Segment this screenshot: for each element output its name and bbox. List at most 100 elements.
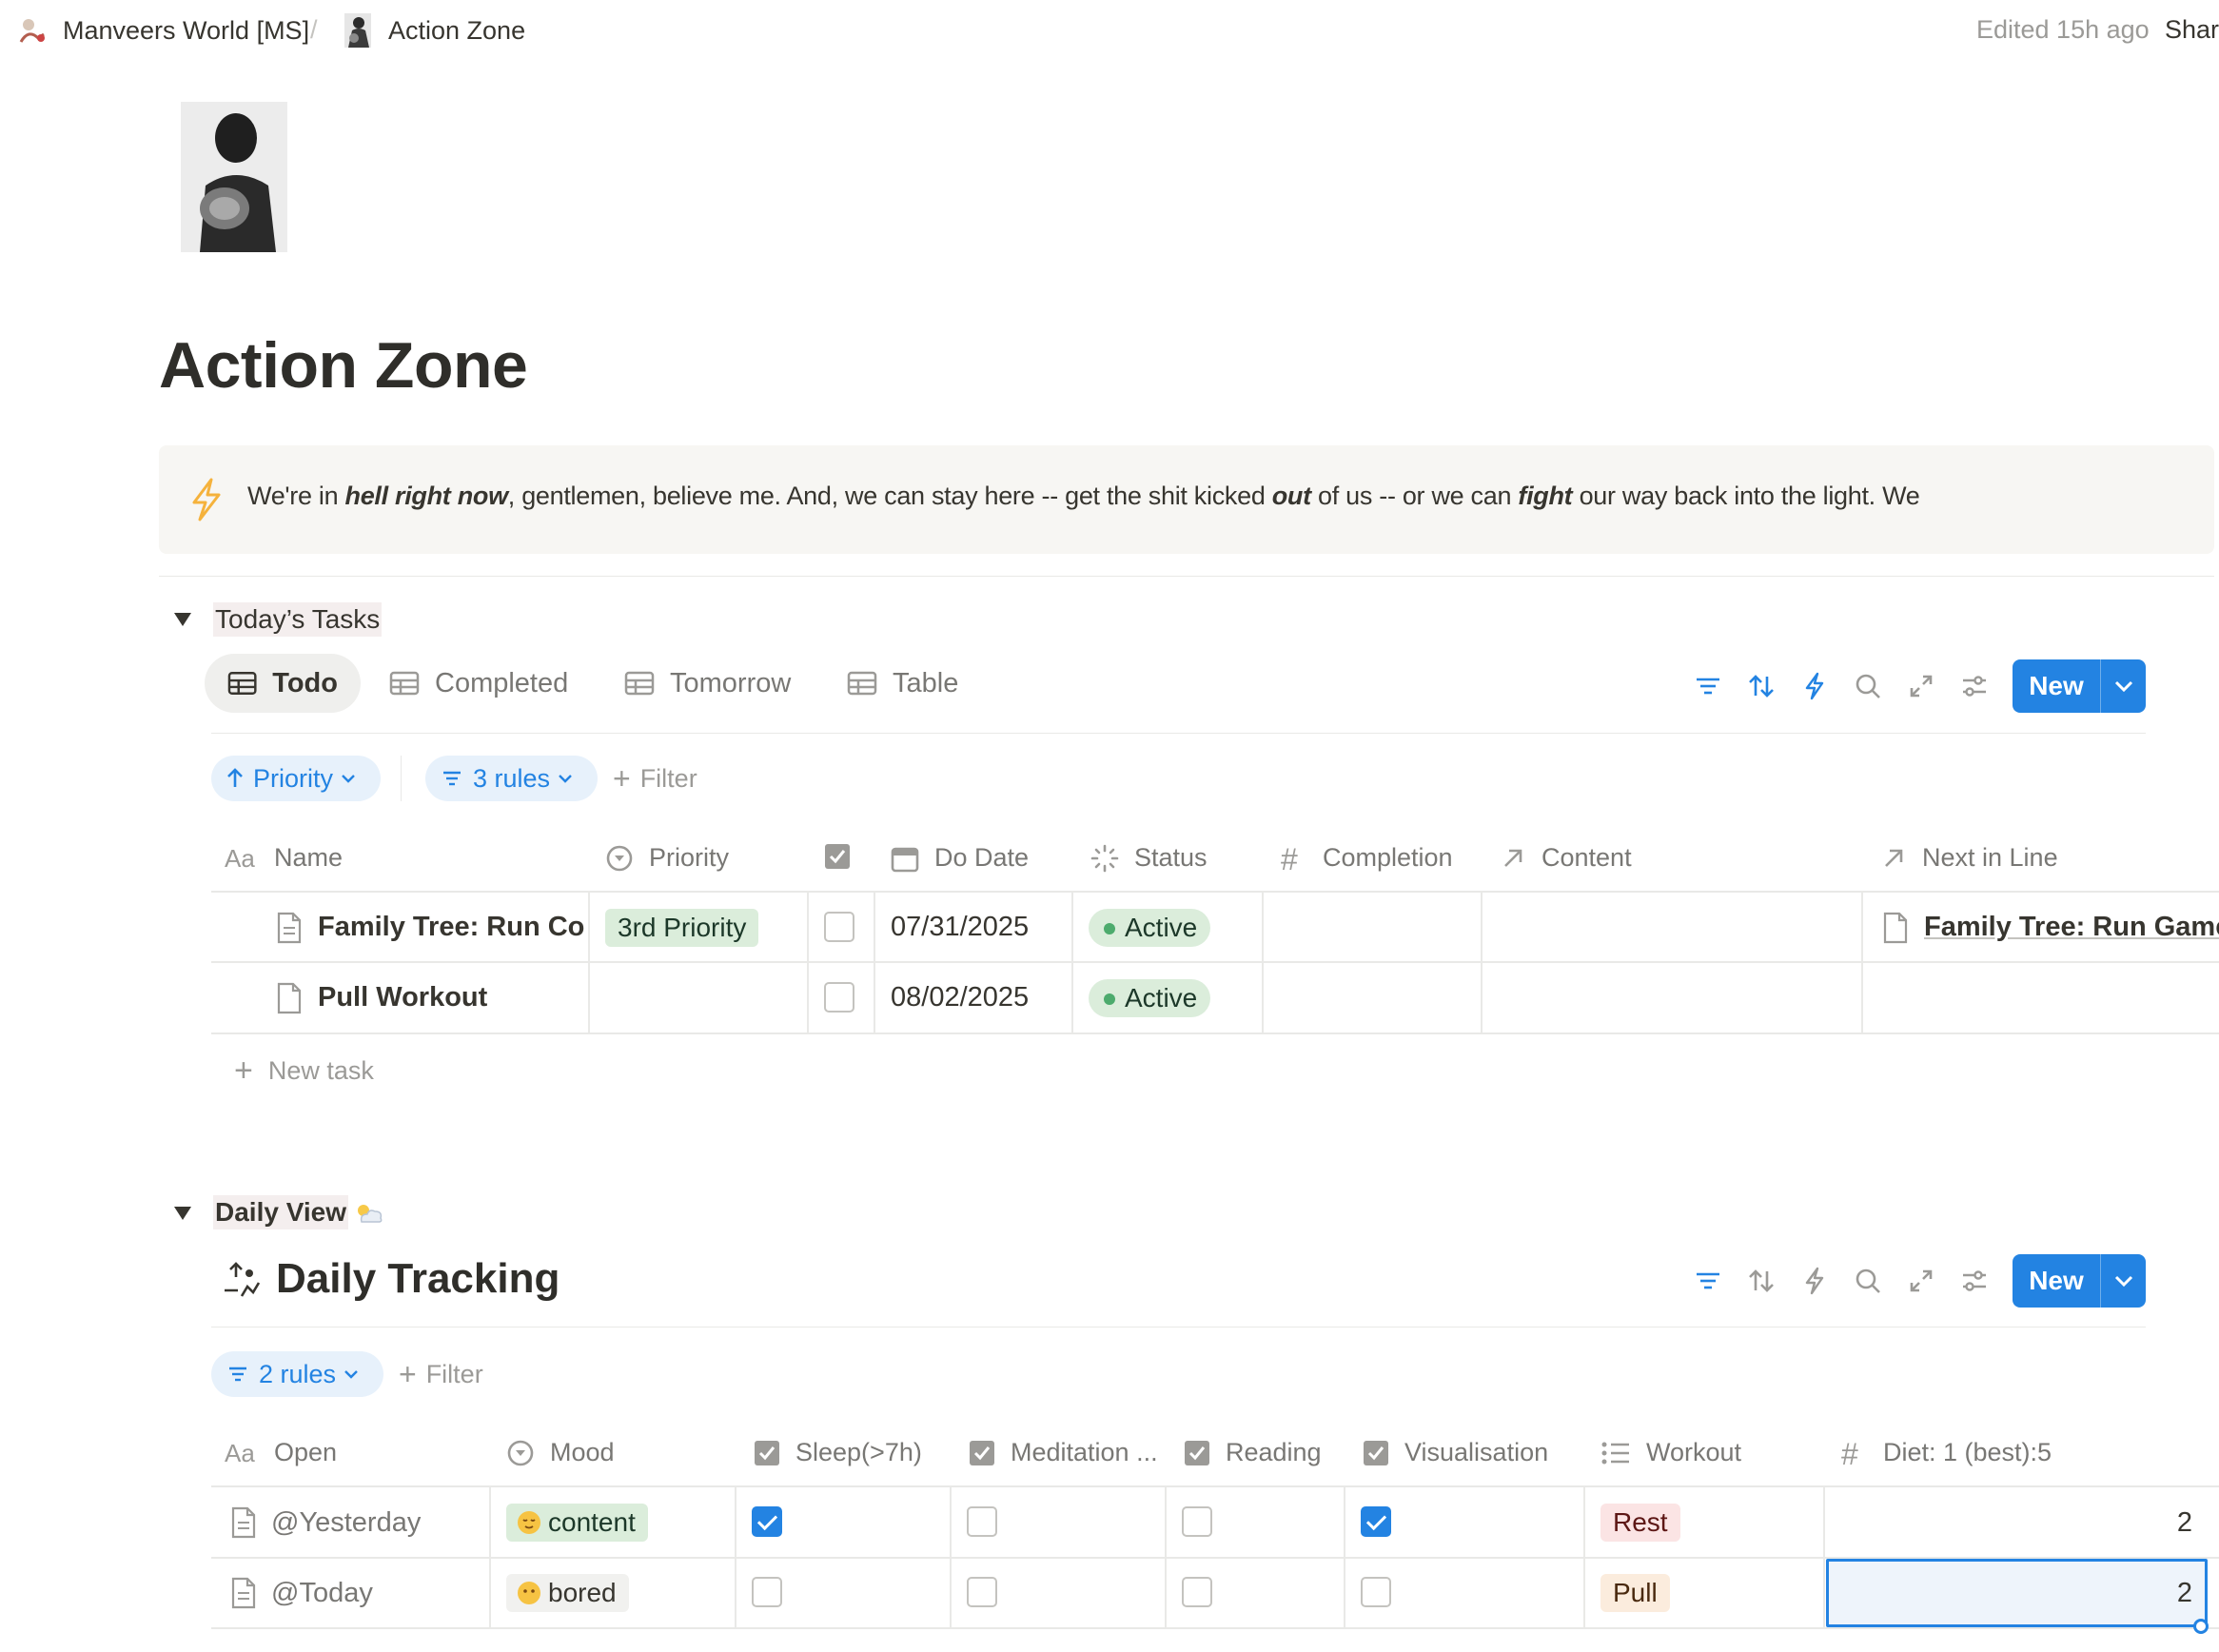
- breadcrumb-workspace-label: Manveers World [MS]: [63, 15, 310, 45]
- column-header-label: Visualisation: [1404, 1438, 1549, 1466]
- add-filter-button[interactable]: + Filter: [613, 761, 697, 796]
- add-filter-button[interactable]: + Filter: [399, 1357, 483, 1392]
- filter-chip-label: 3 rules: [473, 763, 551, 793]
- automation-lightning-icon[interactable]: [1799, 671, 1830, 701]
- column-header-diet[interactable]: # Diet: 1 (best):5: [1841, 1438, 2052, 1467]
- do-date[interactable]: 07/31/2025: [891, 912, 1029, 943]
- status-badge[interactable]: Active: [1089, 979, 1211, 1017]
- table-col-divider: [1823, 1487, 1825, 1627]
- share-button[interactable]: Share: [2165, 15, 2219, 45]
- reading-checkbox[interactable]: [1182, 1577, 1212, 1607]
- breadcrumb-workspace[interactable]: Manveers World [MS]: [15, 13, 309, 48]
- page-cover-icon[interactable]: [181, 102, 287, 252]
- lightning-icon: [192, 478, 221, 521]
- table-col-divider: [1481, 893, 1483, 1032]
- table-col-divider: [1861, 893, 1863, 1032]
- tab-tomorrow[interactable]: Tomorrow: [601, 654, 814, 713]
- column-header-name[interactable]: Aa Name: [225, 843, 343, 873]
- column-header-label: Reading: [1226, 1438, 1322, 1466]
- search-icon[interactable]: [1853, 671, 1883, 701]
- plus-icon: +: [399, 1357, 417, 1391]
- reading-checkbox[interactable]: [1182, 1506, 1212, 1537]
- column-header-label: Next in Line: [1922, 843, 2058, 872]
- done-checkbox[interactable]: [824, 982, 854, 1013]
- status-badge[interactable]: Active: [1089, 909, 1211, 947]
- table-col-divider: [588, 893, 590, 1032]
- settings-sliders-icon[interactable]: [1959, 671, 1990, 701]
- column-header-done[interactable]: [824, 843, 866, 870]
- column-header-visualisation[interactable]: Visualisation: [1363, 1438, 1548, 1467]
- expand-icon[interactable]: [1906, 671, 1936, 701]
- sleep-checkbox[interactable]: [752, 1506, 782, 1537]
- toggle-arrow-icon[interactable]: [174, 1207, 191, 1220]
- column-header-reading[interactable]: Reading: [1184, 1438, 1322, 1467]
- diet-score[interactable]: 2: [2150, 1578, 2192, 1609]
- tab-todo[interactable]: Todo: [205, 654, 361, 713]
- filter-icon[interactable]: [1693, 1266, 1723, 1296]
- sleep-checkbox[interactable]: [752, 1577, 782, 1607]
- table-col-divider: [1165, 1487, 1167, 1627]
- search-icon[interactable]: [1853, 1266, 1883, 1296]
- done-checkbox[interactable]: [824, 912, 854, 942]
- chevron-down-icon[interactable]: [2101, 1275, 2146, 1287]
- priority-tag[interactable]: 3rd Priority: [605, 909, 759, 947]
- open-date-mention[interactable]: @Yesterday: [271, 1507, 421, 1539]
- column-header-next-in-line[interactable]: Next in Line: [1880, 843, 2058, 873]
- column-header-priority[interactable]: Priority: [605, 843, 729, 873]
- sort-icon[interactable]: [1746, 671, 1777, 701]
- new-task-row-button[interactable]: + New task: [234, 1052, 374, 1090]
- workspace-avatar-icon: [19, 19, 45, 43]
- toggle-todays-tasks[interactable]: Today’s Tasks: [213, 602, 383, 637]
- filter-chip-rules[interactable]: 2 rules: [211, 1351, 384, 1397]
- automation-lightning-icon[interactable]: [1799, 1266, 1830, 1296]
- new-daily-entry-button[interactable]: New: [2013, 1254, 2146, 1308]
- toggle-arrow-icon[interactable]: [174, 613, 191, 626]
- page-title[interactable]: Action Zone: [159, 328, 528, 403]
- column-header-sleep[interactable]: Sleep(>7h): [754, 1438, 922, 1467]
- breadcrumb-page[interactable]: Action Zone: [341, 13, 525, 48]
- do-date[interactable]: 08/02/2025: [891, 982, 1029, 1013]
- page-document-icon: [277, 912, 302, 944]
- tab-tomorrow-label: Tomorrow: [670, 667, 792, 698]
- next-in-line-link[interactable]: Family Tree: Run Game: [1924, 912, 2219, 943]
- column-header-status[interactable]: Status: [1090, 843, 1208, 873]
- table-row-divider: [211, 961, 2219, 963]
- meditation-checkbox[interactable]: [967, 1577, 997, 1607]
- tab-completed[interactable]: Completed: [366, 654, 591, 713]
- column-header-mood[interactable]: Mood: [506, 1438, 615, 1467]
- toggle-daily-view[interactable]: Daily View: [213, 1195, 349, 1229]
- table-col-divider: [489, 1487, 491, 1627]
- mood-tag[interactable]: content: [506, 1504, 648, 1542]
- column-header-do-date[interactable]: Do Date: [891, 843, 1029, 873]
- task-name[interactable]: Pull Workout: [318, 982, 584, 1013]
- visualisation-checkbox[interactable]: [1361, 1577, 1391, 1607]
- workout-tag[interactable]: Rest: [1600, 1504, 1680, 1542]
- expand-icon[interactable]: [1906, 1266, 1936, 1296]
- visualisation-checkbox[interactable]: [1361, 1506, 1391, 1537]
- column-header-completion[interactable]: # Completion: [1281, 843, 1453, 873]
- tab-table[interactable]: Table: [824, 654, 981, 713]
- diet-score[interactable]: 2: [2150, 1507, 2192, 1539]
- column-header-open[interactable]: Aa Open: [225, 1438, 337, 1467]
- settings-sliders-icon[interactable]: [1959, 1266, 1990, 1296]
- open-date-mention[interactable]: @Today: [271, 1578, 373, 1609]
- chevron-down-icon[interactable]: [2101, 680, 2146, 692]
- column-header-content[interactable]: Content: [1500, 843, 1632, 873]
- filter-chip-rules[interactable]: 3 rules: [425, 756, 599, 801]
- column-header-meditation[interactable]: Meditation ...: [969, 1438, 1158, 1467]
- column-header-workout[interactable]: Workout: [1600, 1438, 1741, 1467]
- filter-icon[interactable]: [1693, 671, 1723, 701]
- database-title[interactable]: Daily Tracking: [221, 1255, 560, 1303]
- task-name[interactable]: Family Tree: Run Cod: [318, 912, 584, 943]
- new-task-button[interactable]: New: [2013, 659, 2146, 713]
- new-button-label: New: [2029, 671, 2084, 700]
- meditation-checkbox[interactable]: [967, 1506, 997, 1537]
- sort-chip-priority[interactable]: Priority: [211, 756, 382, 801]
- cell-fill-handle[interactable]: [2193, 1619, 2209, 1634]
- breadcrumb-page-label: Action Zone: [388, 15, 526, 45]
- multi-select-list-icon: [1601, 1442, 1629, 1464]
- quote-callout[interactable]: We're in hell right now, gentlemen, beli…: [159, 445, 2214, 554]
- mood-tag[interactable]: bored: [506, 1574, 629, 1612]
- sort-icon[interactable]: [1746, 1266, 1777, 1296]
- workout-tag[interactable]: Pull: [1600, 1574, 1670, 1612]
